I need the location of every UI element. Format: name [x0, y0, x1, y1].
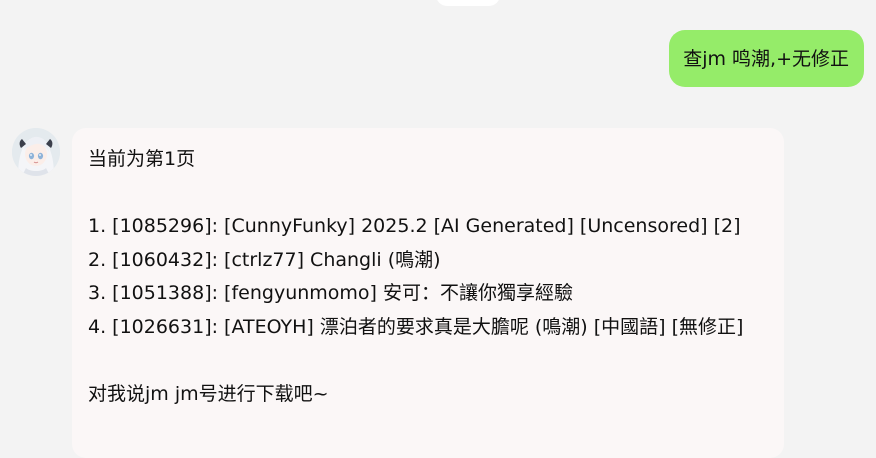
avatar[interactable] [12, 128, 60, 176]
timestamp-pill [436, 0, 500, 6]
page-indicator: 当前为第1页 [88, 148, 196, 170]
outgoing-message-bubble[interactable]: 查jm 鸣潮,+无修正 [669, 30, 864, 87]
anime-girl-avatar-icon [12, 128, 60, 176]
incoming-message-bubble[interactable]: 当前为第1页 1. [1085296]: [CunnyFunky] 2025.2… [72, 128, 784, 458]
result-item: 4. [1026631]: [ATEOYH] 漂泊者的要求真是大膽呢 (鳴潮) … [88, 315, 744, 338]
result-item: 3. [1051388]: [fengyunmomo] 安可：不讓你獨享經驗 [88, 282, 573, 304]
download-hint: 对我说jm jm号进行下载吧~ [88, 382, 329, 405]
outgoing-message-row: 查jm 鸣潮,+无修正 [669, 30, 864, 87]
result-item: 2. [1060432]: [ctrlz77] Changli (鳴潮) [88, 248, 441, 271]
incoming-message-row: 当前为第1页 1. [1085296]: [CunnyFunky] 2025.2… [12, 128, 784, 458]
result-item: 1. [1085296]: [CunnyFunky] 2025.2 [AI Ge… [88, 215, 741, 237]
